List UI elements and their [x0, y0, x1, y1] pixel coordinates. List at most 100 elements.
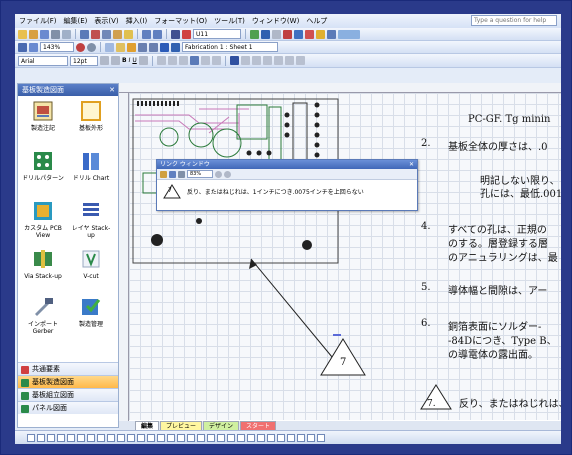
draw-line-icon[interactable] [37, 433, 45, 442]
shape-board-outline[interactable]: 基板外形 [68, 100, 114, 132]
view-toggle-icon[interactable] [338, 29, 360, 39]
fill-color-icon[interactable] [240, 56, 250, 65]
tab-design[interactable]: デザイン [203, 421, 240, 430]
lock-icon[interactable] [316, 29, 325, 39]
shape-v-cut[interactable]: V-cut [68, 248, 114, 280]
item-text[interactable]: のする。層登録する層 [448, 235, 548, 250]
shape-layer-stackup[interactable]: レイヤ Stack-up [68, 200, 114, 239]
preview-icon[interactable] [62, 29, 71, 39]
bold-icon[interactable]: B [122, 57, 127, 64]
font-dropdown[interactable]: Arial [18, 55, 68, 66]
stencil-panel-drawing[interactable]: パネル図面 [18, 401, 118, 414]
find-icon[interactable] [18, 42, 27, 52]
draw-zoom-icon[interactable] [317, 433, 325, 442]
help-icon[interactable] [87, 42, 96, 52]
shape-import-gerber[interactable]: インポートGerber [20, 296, 66, 335]
draw-note-icon[interactable] [197, 433, 205, 442]
vertical-ruler[interactable] [119, 93, 129, 428]
play-icon[interactable] [160, 42, 169, 52]
corner-icon[interactable] [295, 56, 305, 65]
align-justify-icon[interactable] [189, 56, 199, 65]
shape-drill-chart[interactable]: ドリル Chart [68, 150, 114, 182]
draw-weight-icon[interactable] [267, 433, 275, 442]
draw-color-icon[interactable] [247, 433, 255, 442]
cut-icon[interactable] [91, 29, 100, 39]
draw-arc-icon[interactable] [47, 433, 55, 442]
line-pattern-icon[interactable] [262, 56, 272, 65]
draw-layer-icon[interactable] [137, 433, 145, 442]
redo-icon[interactable] [153, 29, 162, 39]
stencil-common[interactable]: 共通要素 [18, 362, 118, 375]
copy-icon[interactable] [102, 29, 111, 39]
draw-via-icon[interactable] [187, 433, 195, 442]
stop-icon[interactable] [283, 29, 292, 39]
stencil-fab-drawing[interactable]: 基板製造図面 [18, 375, 118, 388]
grow-font-icon[interactable] [100, 56, 109, 65]
line-weight-icon[interactable] [251, 56, 261, 65]
tab-start[interactable]: スタート [240, 421, 277, 430]
draw-link-icon[interactable] [237, 433, 245, 442]
item-text[interactable]: 銅箔表面にソルダー- [448, 318, 541, 333]
menu-window[interactable]: ウィンドウ(W) [252, 16, 299, 26]
shrink-font-icon[interactable] [111, 56, 120, 65]
shape-drill-pattern[interactable]: ドリルパターン [20, 150, 66, 182]
tab-preview[interactable]: プレビュー [160, 421, 203, 430]
shape-custom-pcb-view[interactable]: カスタム PCB View [20, 200, 66, 239]
page-dropdown[interactable]: Fabrication 1 : Sheet 1 [182, 42, 278, 52]
horizontal-ruler[interactable] [119, 83, 561, 93]
link-icon[interactable] [160, 170, 167, 178]
layer-icon[interactable] [294, 29, 303, 39]
menu-help[interactable]: ヘルプ [306, 16, 327, 26]
note7-text[interactable]: 反り、またはねじれは、 [459, 395, 561, 410]
item-text[interactable]: の導電体の露出面。 [448, 346, 538, 361]
paste-icon[interactable] [113, 29, 122, 39]
menu-insert[interactable]: 挿入(I) [126, 16, 148, 26]
italic-icon[interactable]: I [129, 57, 131, 64]
zoom-out-icon[interactable] [215, 170, 222, 178]
draw-fill-icon[interactable] [257, 433, 265, 442]
draw-table-icon[interactable] [207, 433, 215, 442]
draw-chart-icon[interactable] [217, 433, 225, 442]
format-painter-icon[interactable] [124, 29, 133, 39]
draw-shadow-icon[interactable] [287, 433, 295, 442]
draw-pattern-icon[interactable] [277, 433, 285, 442]
menu-file[interactable]: ファイル(F) [19, 16, 57, 26]
item-text[interactable]: 基板全体の厚さは、.0 [448, 138, 548, 153]
draw-pad-icon[interactable] [167, 433, 175, 442]
draw-text-icon[interactable] [77, 433, 85, 442]
tab-edit[interactable]: 編集 [135, 421, 160, 430]
doc-title[interactable]: PC-GF. Tg minin [468, 114, 551, 125]
zoom-in-icon[interactable] [224, 170, 231, 178]
next-page-icon[interactable] [149, 42, 158, 52]
line-ends-icon[interactable] [273, 56, 283, 65]
pointer-icon[interactable] [171, 29, 180, 39]
draw-lock-icon[interactable] [297, 433, 305, 442]
strike-icon[interactable] [138, 56, 148, 65]
stencil-assembly-drawing[interactable]: 基板組立図面 [18, 388, 118, 401]
dialog-titlebar[interactable]: リンク ウィンドウ ✕ [157, 160, 417, 169]
page-icon[interactable] [171, 42, 180, 52]
layout-icon[interactable] [116, 42, 125, 52]
drawing-page[interactable]: PC-GF. Tg minin 2. 基板全体の厚さは、.0 明記しない限り、 … [129, 93, 561, 420]
shape-fab-note[interactable]: 製造注記 [20, 100, 66, 132]
draw-ellipse-icon[interactable] [67, 433, 75, 442]
refresh-icon[interactable] [169, 170, 176, 178]
align-center-icon[interactable] [167, 56, 177, 65]
style-dropdown[interactable]: U11 [193, 29, 241, 39]
shapes-icon[interactable] [272, 29, 281, 39]
close-icon[interactable]: ✕ [409, 160, 414, 169]
align-left-icon[interactable] [156, 56, 166, 65]
font-size-dropdown[interactable]: 12pt [70, 55, 98, 66]
page-setup-icon[interactable] [105, 42, 114, 52]
connector-icon[interactable] [250, 29, 259, 39]
draw-select-icon[interactable] [27, 433, 35, 442]
item-text[interactable]: 導体幅と間隙は、アー [448, 282, 547, 297]
dialog-zoom-dropdown[interactable]: 83% [187, 170, 213, 178]
draw-trace-icon[interactable] [177, 433, 185, 442]
shape-fab-management[interactable]: 製造管理 [68, 296, 114, 328]
draw-group-icon[interactable] [97, 433, 105, 442]
grid-icon[interactable] [327, 29, 336, 39]
spell-icon[interactable] [80, 29, 89, 39]
draw-hole-icon[interactable] [157, 433, 165, 442]
draw-arrow-icon[interactable] [87, 433, 95, 442]
